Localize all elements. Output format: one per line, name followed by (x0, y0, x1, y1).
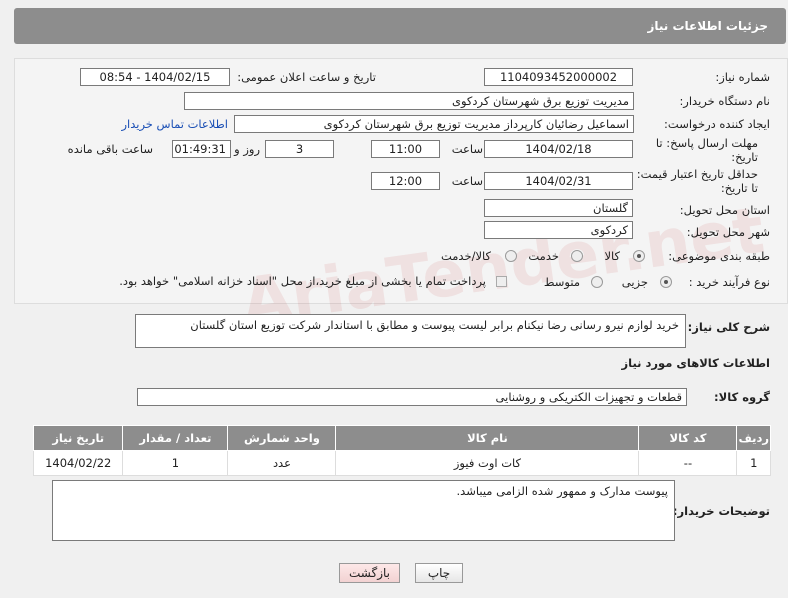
page-header: جزئیات اطلاعات نیاز (14, 8, 786, 44)
price-validity-label: حداقل تاریخ اعتبار قیمت: تا تاریخ: (636, 167, 758, 195)
category-goods-service-label: کالا/خدمت (440, 249, 491, 263)
remaining-time-field[interactable]: 01:49:31 (172, 140, 231, 158)
print-button[interactable]: چاپ (415, 563, 463, 583)
col-item-code: کد کالا (638, 425, 738, 451)
province-field[interactable]: گلستان (484, 199, 633, 217)
purchase-type-label: نوع فرآیند خرید : (688, 275, 770, 289)
goods-table: ردیف کد کالا نام کالا واحد شمارش تعداد /… (32, 425, 771, 476)
back-button[interactable]: بازگشت (339, 563, 400, 583)
category-goods-service-radio[interactable] (505, 250, 517, 262)
cell-quantity: 1 (122, 450, 229, 476)
city-field[interactable]: کردکوی (484, 221, 633, 239)
page-title: جزئیات اطلاعات نیاز (647, 19, 768, 33)
need-number-label: شماره نیاز: (715, 70, 770, 84)
category-service-label: خدمت (528, 249, 559, 263)
category-label: طبقه بندی موضوعی: (668, 249, 770, 263)
col-row-number: ردیف (736, 425, 771, 451)
description-field[interactable]: خرید لوازم نیرو رسانی رضا نیکنام برابر ل… (135, 314, 686, 348)
announce-datetime-field[interactable]: 1404/02/15 - 08:54 (80, 68, 230, 86)
city-label: شهر محل تحویل: (686, 225, 770, 239)
buyer-org-field[interactable]: مدیریت توزیع برق شهرستان کردکوی (184, 92, 634, 110)
province-label: استان محل تحویل: (679, 203, 770, 217)
treasury-docs-note: پرداخت تمام یا بخشی از مبلغ خرید،از محل … (119, 274, 486, 288)
requester-field[interactable]: اسماعیل رضائیان کارپرداز مدیریت توزیع بر… (234, 115, 634, 133)
cell-item-code: -- (638, 450, 738, 476)
goods-section-title: اطلاعات کالاهای مورد نیاز (621, 356, 770, 370)
col-quantity: تعداد / مقدار (122, 425, 229, 451)
announce-datetime-label: تاریخ و ساعت اعلان عمومی: (237, 70, 376, 84)
category-goods-radio[interactable] (633, 250, 645, 262)
col-unit: واحد شمارش (227, 425, 337, 451)
goods-group-label: گروه کالا: (714, 390, 770, 404)
reply-days-label: روز و (234, 142, 260, 156)
cell-need-date: 1404/02/22 (32, 450, 124, 476)
cell-item-name: کات اوت فیوز (335, 450, 640, 476)
reply-deadline-date[interactable]: 1404/02/18 (484, 140, 633, 158)
col-item-name: نام کالا (335, 425, 640, 451)
remaining-time-label: ساعت باقی مانده (67, 142, 153, 156)
category-goods-label: کالا (604, 249, 620, 263)
category-service-radio[interactable] (571, 250, 583, 262)
price-validity-date[interactable]: 1404/02/31 (484, 172, 633, 190)
reply-deadline-label: مهلت ارسال پاسخ: تا تاریخ: (655, 136, 758, 164)
goods-group-field[interactable]: قطعات و تجهیزات الکتریکی و روشنایی (137, 388, 687, 406)
purchase-type-partial-label: جزیی (621, 275, 648, 289)
price-validity-time[interactable]: 12:00 (371, 172, 440, 190)
cell-row-number: 1 (736, 450, 771, 476)
reply-deadline-time[interactable]: 11:00 (371, 140, 440, 158)
purchase-type-partial-radio[interactable] (660, 276, 672, 288)
need-number-field[interactable]: 1104093452000002 (484, 68, 633, 86)
goods-table-header: ردیف کد کالا نام کالا واحد شمارش تعداد /… (32, 425, 771, 451)
price-validity-time-label: ساعت (451, 174, 483, 188)
table-row[interactable]: 1 -- کات اوت فیوز عدد 1 1404/02/22 (32, 450, 771, 476)
buyer-notes-label: توضیحات خریدار: (672, 504, 770, 518)
purchase-type-medium-label: متوسط (543, 275, 580, 289)
treasury-docs-checkbox[interactable] (496, 276, 507, 287)
description-label: شرح کلی نیاز: (687, 320, 770, 334)
buyer-org-label: نام دستگاه خریدار: (679, 94, 770, 108)
buyer-contact-link[interactable]: اطلاعات تماس خریدار (121, 117, 228, 131)
col-need-date: تاریخ نیاز (32, 425, 124, 451)
reply-days-field[interactable]: 3 (265, 140, 334, 158)
buyer-notes-field[interactable]: پیوست مدارک و ممهور شده الزامی میباشد. (52, 480, 675, 541)
requester-label: ایجاد کننده درخواست: (664, 117, 770, 131)
purchase-type-medium-radio[interactable] (591, 276, 603, 288)
cell-unit: عدد (227, 450, 337, 476)
reply-deadline-time-label: ساعت (451, 142, 483, 156)
